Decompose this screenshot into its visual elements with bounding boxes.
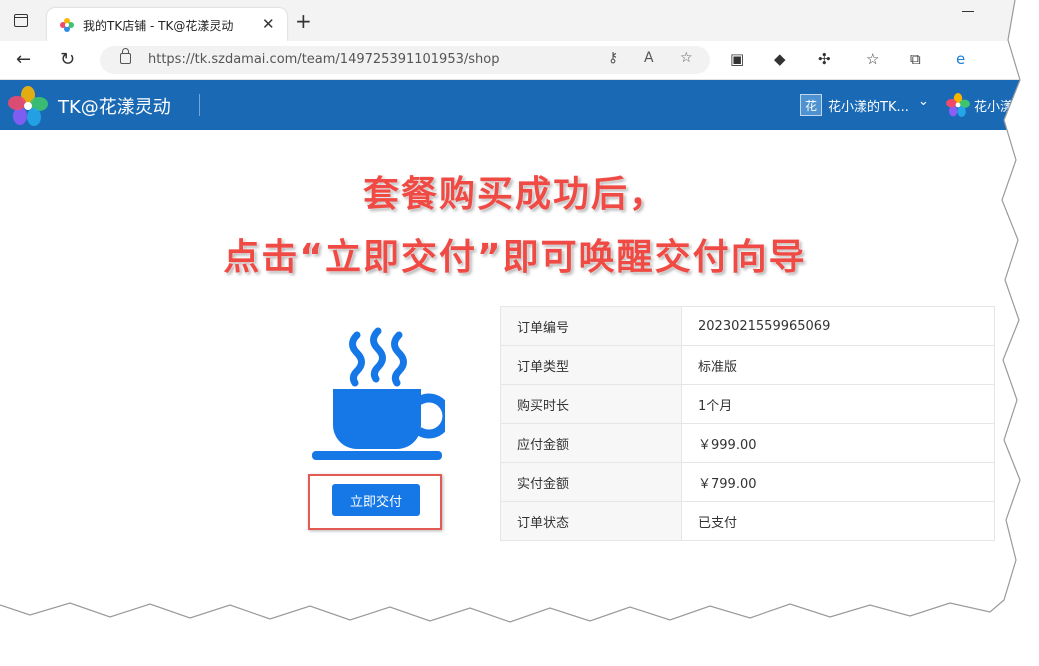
torn-edge-overlay: [0, 0, 1039, 666]
